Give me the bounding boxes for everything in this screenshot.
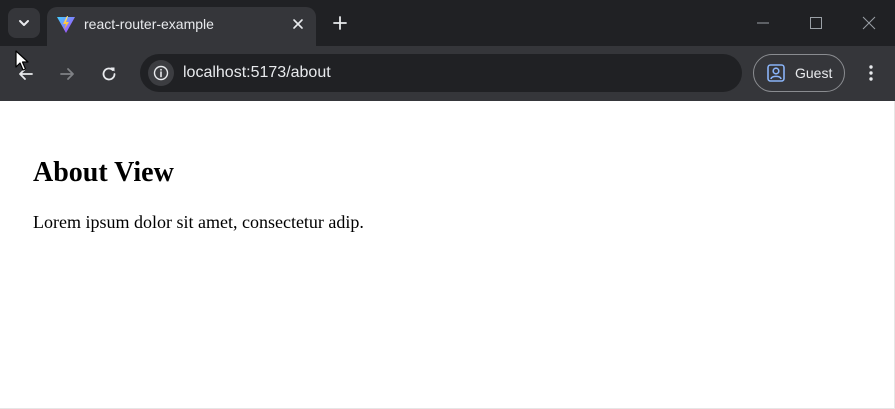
page-paragraph: Lorem ipsum dolor sit amet, consectetur … bbox=[33, 212, 364, 232]
tab-title: react-router-example bbox=[84, 16, 214, 32]
active-tab[interactable]: react-router-example bbox=[47, 7, 316, 46]
minimize-icon bbox=[757, 22, 769, 24]
page-content: About View Lorem ipsum dolor sit amet, c… bbox=[0, 101, 895, 409]
profile-label: Guest bbox=[795, 65, 833, 81]
arrow-right-icon bbox=[60, 68, 74, 80]
close-icon bbox=[862, 16, 876, 30]
more-vertical-icon bbox=[869, 65, 873, 81]
browser-window: react-router-example localhost:5173/abou… bbox=[0, 0, 895, 409]
browser-toolbar: localhost:5173/about Guest bbox=[0, 46, 895, 101]
maximize-button[interactable] bbox=[803, 10, 829, 36]
close-icon bbox=[293, 19, 303, 29]
maximize-icon bbox=[810, 17, 822, 29]
forward-button[interactable] bbox=[53, 60, 81, 88]
plus-icon bbox=[333, 16, 347, 30]
new-tab-button[interactable] bbox=[326, 9, 354, 37]
url-text[interactable]: localhost:5173/about bbox=[183, 64, 331, 82]
person-icon bbox=[767, 64, 785, 82]
tab-close-button[interactable] bbox=[288, 14, 308, 34]
mouse-cursor-icon bbox=[15, 50, 29, 71]
minimize-button[interactable] bbox=[750, 10, 776, 36]
page-title: About View bbox=[33, 157, 174, 188]
address-bar[interactable]: localhost:5173/about bbox=[140, 54, 742, 92]
tab-search-button[interactable] bbox=[8, 8, 40, 38]
info-icon bbox=[153, 65, 169, 81]
chevron-down-icon bbox=[19, 20, 29, 26]
reload-button[interactable] bbox=[95, 60, 123, 88]
window-close-button[interactable] bbox=[856, 10, 882, 36]
profile-button[interactable]: Guest bbox=[753, 54, 845, 92]
vite-logo-icon bbox=[57, 16, 75, 33]
site-info-button[interactable] bbox=[148, 60, 174, 86]
browser-menu-button[interactable] bbox=[858, 59, 884, 87]
reload-icon bbox=[102, 67, 116, 81]
tab-strip: react-router-example bbox=[0, 0, 895, 46]
